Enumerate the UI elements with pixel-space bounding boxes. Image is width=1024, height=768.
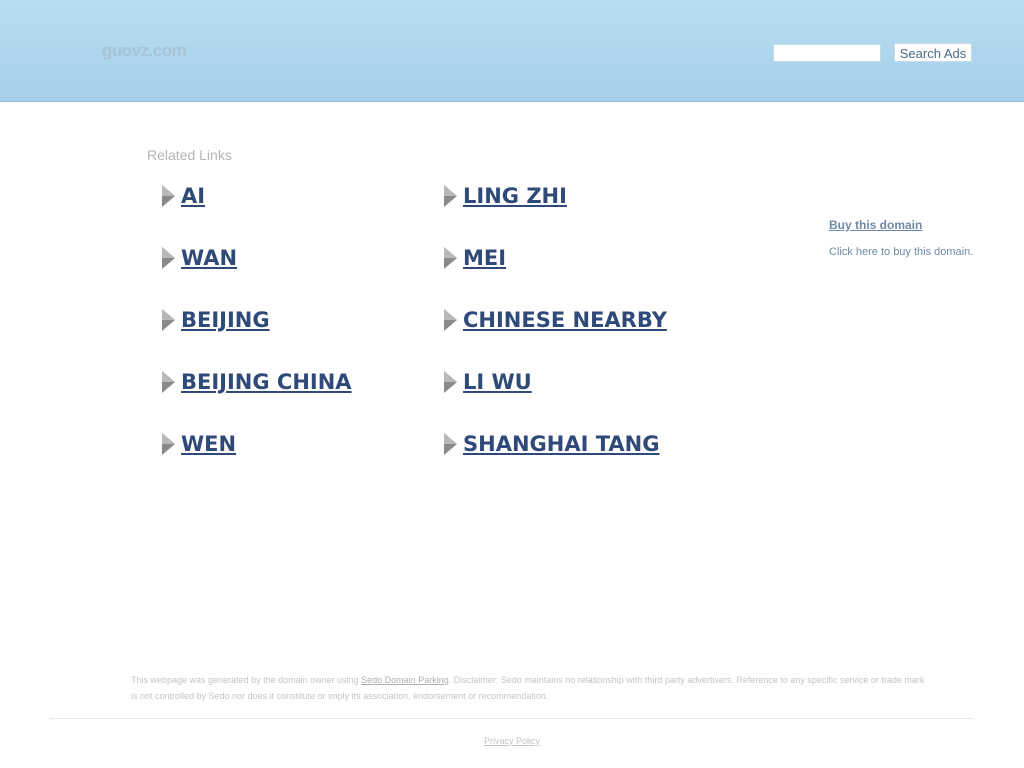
related-link[interactable]: BEIJING — [181, 308, 270, 332]
related-link-item[interactable]: CHINESE NEARBY — [444, 306, 667, 334]
arrow-right-icon — [444, 247, 457, 269]
arrow-right-icon — [162, 247, 175, 269]
arrow-right-icon — [444, 433, 457, 455]
arrow-right-icon — [444, 309, 457, 331]
arrow-right-icon — [444, 371, 457, 393]
privacy-policy-link[interactable]: Privacy Policy — [484, 736, 540, 746]
search-input[interactable] — [773, 44, 881, 62]
related-link[interactable]: MEI — [463, 246, 506, 270]
related-link[interactable]: WEN — [181, 432, 236, 456]
related-link[interactable]: LING ZHI — [463, 184, 567, 208]
arrow-right-icon — [162, 309, 175, 331]
privacy-footer: Privacy Policy — [0, 736, 1024, 746]
related-links-heading: Related Links — [147, 147, 232, 163]
related-link[interactable]: WAN — [181, 246, 237, 270]
arrow-right-icon — [162, 433, 175, 455]
related-link[interactable]: AI — [181, 184, 205, 208]
buy-domain-link[interactable]: Buy this domain — [829, 218, 922, 232]
site-logo[interactable]: guovz.com — [102, 41, 187, 61]
related-link-item[interactable]: AI — [162, 182, 205, 210]
arrow-right-icon — [444, 185, 457, 207]
related-link-item[interactable]: BEIJING — [162, 306, 270, 334]
related-link[interactable]: SHANGHAI TANG — [463, 432, 659, 456]
related-link-item[interactable]: MEI — [444, 244, 506, 272]
related-link[interactable]: BEIJING CHINA — [181, 370, 352, 394]
disclaimer-text: This webpage was generated by the domain… — [131, 672, 931, 704]
related-link-item[interactable]: LING ZHI — [444, 182, 567, 210]
related-link-item[interactable]: WAN — [162, 244, 237, 272]
related-link[interactable]: CHINESE NEARBY — [463, 308, 667, 332]
disclaimer-prefix: This webpage was generated by the domain… — [131, 675, 362, 685]
arrow-right-icon — [162, 185, 175, 207]
footer-divider — [50, 718, 973, 719]
related-link-item[interactable]: SHANGHAI TANG — [444, 430, 659, 458]
buy-domain-text: Click here to buy this domain. — [829, 246, 974, 258]
related-link-item[interactable]: WEN — [162, 430, 236, 458]
related-link[interactable]: LI WU — [463, 370, 532, 394]
arrow-right-icon — [162, 371, 175, 393]
related-link-item[interactable]: BEIJING CHINA — [162, 368, 352, 396]
header-bar: guovz.com Search Ads — [0, 0, 1024, 102]
related-link-item[interactable]: LI WU — [444, 368, 532, 396]
sedo-parking-link[interactable]: Sedo Domain Parking — [361, 675, 449, 685]
search-ads-button[interactable]: Search Ads — [894, 43, 972, 62]
